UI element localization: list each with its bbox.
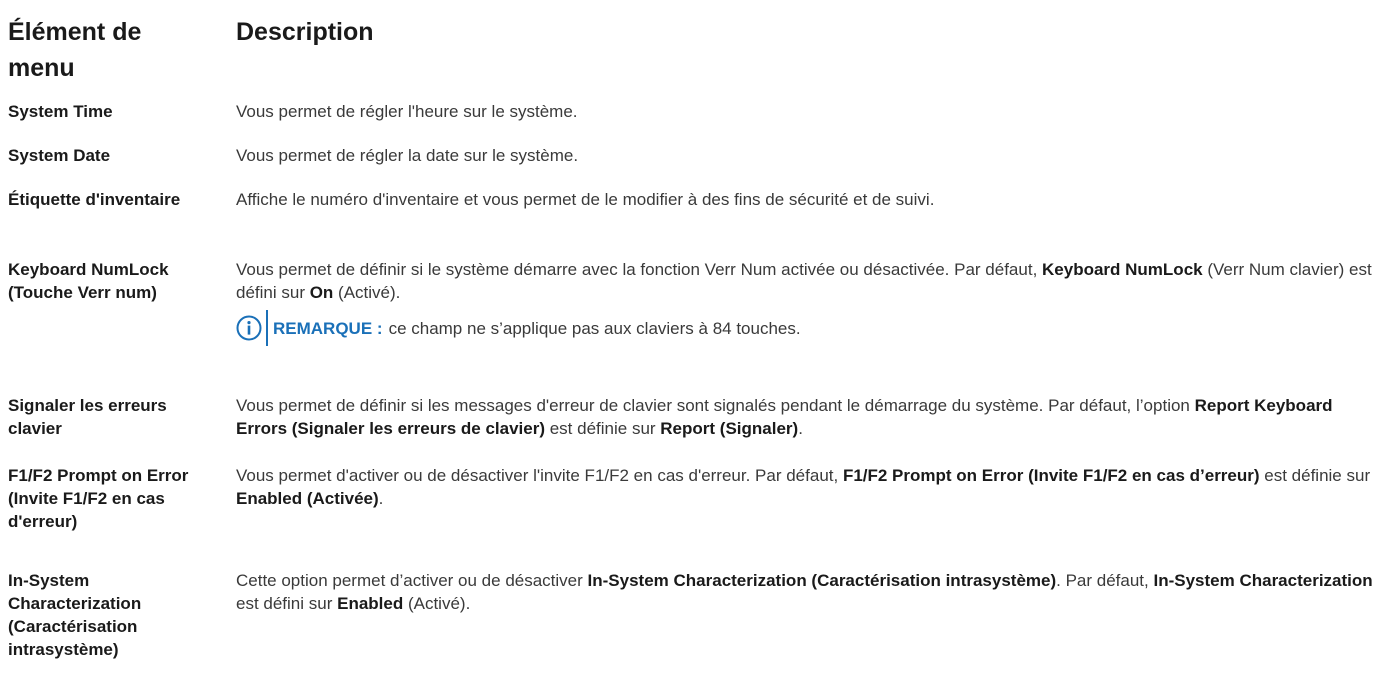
description-emphasis: Enabled — [337, 594, 404, 613]
menu-item-description: Cette option permet d’activer ou de désa… — [236, 571, 1373, 613]
menu-item-name: Étiquette d'inventaire — [8, 190, 181, 209]
info-icon — [236, 315, 262, 341]
menu-item-name: System Time — [8, 102, 113, 121]
menu-item-description: Vous permet de définir si le système dém… — [236, 258, 1381, 346]
table-header: Élément de menu Description — [8, 14, 1381, 84]
menu-item-name: System Date — [8, 146, 111, 165]
description-emphasis: In-System Characterization — [1153, 571, 1373, 590]
note-text: ce champ ne s’applique pas aux claviers … — [388, 318, 801, 338]
menu-item-name: F1/F2 Prompt on Error (Invite F1/F2 en c… — [8, 466, 189, 531]
menu-item-description: Vous permet de définir si les messages d… — [236, 396, 1333, 438]
header-description: Description — [236, 18, 374, 46]
description-emphasis: In-System Characterization (Caractérisat… — [587, 571, 1057, 590]
menu-item-name: In-System Characterization (Caractérisat… — [8, 571, 142, 659]
header-menu-item: Élément de menu — [8, 18, 142, 82]
description-text: Vous permet de définir si le système dém… — [236, 260, 1372, 302]
menu-items-table: Élément de menu Description System Time … — [0, 0, 1381, 679]
menu-item-description: Affiche le numéro d'inventaire et vous p… — [236, 190, 935, 209]
note-callout: REMARQUE : ce champ ne s’applique pas au… — [236, 310, 1381, 346]
menu-item-description: Vous permet d'activer ou de désactiver l… — [236, 466, 1371, 508]
menu-item-description: Vous permet de régler l'heure sur le sys… — [236, 102, 578, 121]
note-divider — [266, 310, 268, 346]
description-emphasis: On — [309, 283, 334, 302]
description-emphasis: Keyboard NumLock — [1042, 260, 1203, 279]
note-label: REMARQUE : — [273, 318, 383, 338]
menu-item-name: Keyboard NumLock (Touche Verr num) — [8, 260, 169, 302]
menu-item-name: Signaler les erreurs clavier — [8, 396, 167, 438]
menu-item-description: Vous permet de régler la date sur le sys… — [236, 146, 579, 165]
description-emphasis: Enabled (Activée) — [236, 489, 379, 508]
description-emphasis: Report (Signaler) — [660, 419, 799, 438]
description-emphasis: F1/F2 Prompt on Error (Invite F1/F2 en c… — [842, 466, 1260, 485]
